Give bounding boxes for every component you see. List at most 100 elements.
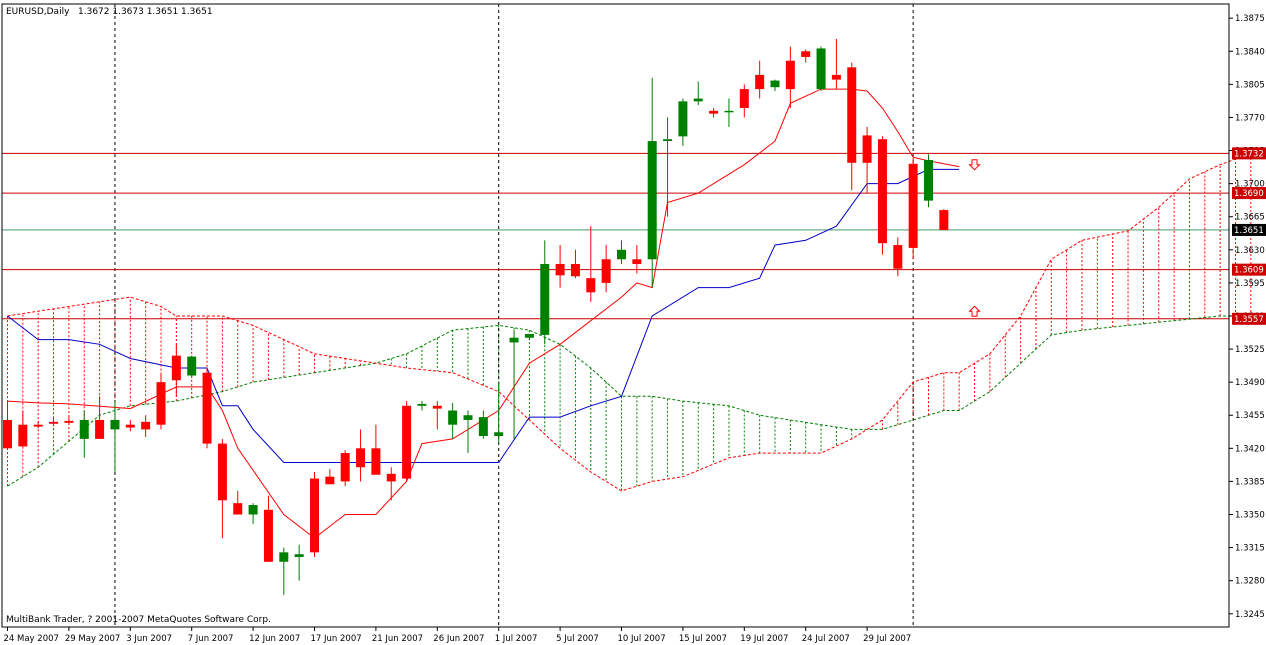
horizontal-lines[interactable]	[2, 152, 1229, 320]
candle-body	[524, 333, 534, 338]
x-tick-label: 1 Jul 2007	[495, 634, 538, 644]
arrow-down-icon	[968, 159, 981, 171]
candle-body	[371, 448, 381, 475]
tenkan-sen-line	[7, 88, 960, 539]
candle-body	[785, 60, 795, 90]
arrow-markers	[968, 159, 981, 317]
candle-body	[279, 552, 289, 562]
y-tick-label: 1.3350	[1235, 511, 1265, 521]
candle-body	[310, 478, 319, 553]
candle-body	[49, 421, 59, 424]
candle-body	[893, 245, 903, 269]
candle-body	[586, 278, 596, 293]
candle-body	[263, 509, 273, 562]
chart-window[interactable]: 1.38751.38401.38051.37701.37351.37001.36…	[0, 0, 1266, 645]
candle-body	[617, 249, 626, 260]
chart-ohlc-label: 1.3672 1.3673 1.3651 1.3651	[78, 7, 213, 17]
candle-body	[432, 405, 442, 409]
candle-body	[494, 432, 504, 437]
candle-body	[202, 372, 212, 444]
candle-body	[647, 141, 657, 260]
x-tick-label: 19 Jul 2007	[740, 634, 788, 644]
candle-body	[739, 89, 749, 108]
y-tick-label: 1.3315	[1235, 544, 1265, 554]
y-tick-label: 1.3455	[1235, 411, 1265, 421]
y-tick-label: 1.3840	[1235, 47, 1265, 57]
candle-body	[862, 135, 872, 163]
x-tick-label: 12 Jun 2007	[249, 634, 300, 644]
candle-body	[171, 355, 181, 381]
y-tick-label: 1.3245	[1235, 610, 1265, 620]
candle-body	[294, 554, 304, 558]
candle-body	[831, 74, 841, 80]
candle-body	[248, 505, 258, 515]
chart-symbol-label: EURUSD,Daily	[6, 7, 70, 17]
indicator-lines	[7, 88, 1251, 539]
candle-body	[801, 51, 811, 57]
candle-body	[463, 415, 473, 420]
current-price-tag: 1.3651	[1234, 226, 1264, 236]
x-tick-label: 5 Jul 2007	[556, 634, 599, 644]
candle-body	[79, 419, 89, 439]
candle-body	[678, 101, 688, 137]
candle-body	[509, 337, 519, 343]
candle-body	[939, 210, 949, 230]
candle-body	[724, 110, 734, 113]
candle-body	[924, 159, 933, 201]
copyright-label: MultiBank Trader, ? 2001-2007 MetaQuotes…	[6, 615, 271, 625]
arrow-up-icon	[968, 305, 981, 317]
candle-body	[448, 410, 458, 425]
candle-body	[18, 424, 28, 447]
period-separators	[114, 4, 914, 627]
candle-body	[110, 419, 120, 430]
y-tick-label: 1.3420	[1235, 444, 1265, 454]
candle-body	[417, 403, 427, 406]
x-tick-label: 10 Jul 2007	[618, 634, 666, 644]
x-tick-label: 17 Jun 2007	[311, 634, 362, 644]
candle-body	[233, 503, 243, 515]
x-tick-label: 29 May 2007	[65, 634, 120, 644]
candle-body	[478, 417, 488, 437]
candle-body	[3, 419, 12, 449]
candle-body	[217, 443, 227, 501]
candle-body	[770, 80, 780, 88]
candle-body	[187, 356, 197, 376]
hline-price-tag: 1.3557	[1234, 315, 1264, 325]
candle-body	[755, 74, 765, 90]
candle-body	[908, 163, 918, 248]
candle-body	[340, 453, 350, 482]
candlestick-chart[interactable]: 1.38751.38401.38051.37701.37351.37001.36…	[0, 0, 1266, 645]
y-tick-label: 1.3875	[1235, 14, 1265, 24]
candle-body	[125, 424, 135, 428]
y-tick-label: 1.3490	[1235, 378, 1265, 388]
candles	[3, 38, 949, 595]
ichimoku-cloud	[7, 153, 1252, 491]
senkou-span-b-line	[7, 152, 1251, 492]
y-tick-label: 1.3770	[1235, 113, 1265, 123]
candle-body	[632, 259, 642, 264]
candle-body	[601, 259, 611, 283]
candle-body	[402, 405, 412, 479]
hline-price-tag: 1.3732	[1234, 149, 1264, 159]
candle-body	[356, 448, 366, 468]
x-tick-label: 24 May 2007	[4, 634, 59, 644]
y-tick-label: 1.3630	[1235, 246, 1265, 256]
candle-body	[325, 476, 335, 485]
x-tick-label: 24 Jul 2007	[802, 634, 850, 644]
candle-body	[816, 48, 826, 90]
y-tick-label: 1.3385	[1235, 477, 1265, 487]
candle-body	[555, 263, 565, 276]
plot-border	[1, 3, 1230, 628]
candle-body	[540, 263, 550, 335]
candle-body	[663, 139, 673, 142]
candle-body	[709, 110, 719, 114]
y-tick-label: 1.3805	[1235, 80, 1265, 90]
candle-body	[847, 67, 857, 163]
candle-body	[141, 421, 151, 430]
x-tick-label: 3 Jun 2007	[126, 634, 172, 644]
candle-body	[95, 419, 105, 439]
hline-price-tag: 1.3609	[1234, 266, 1264, 276]
x-tick-label: 15 Jul 2007	[679, 634, 727, 644]
candle-body	[877, 139, 887, 244]
y-tick-label: 1.3525	[1235, 345, 1265, 355]
